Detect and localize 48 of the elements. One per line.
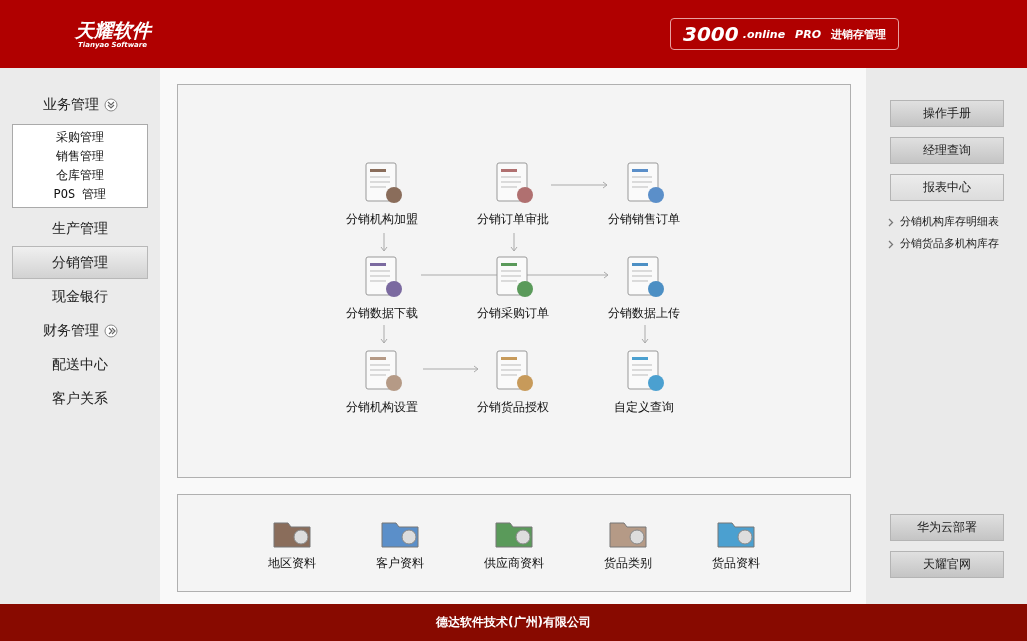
nav-item[interactable]: 配送中心 xyxy=(12,348,148,381)
flow-node-label[interactable]: 自定义查询 xyxy=(613,399,674,416)
basic-data-label[interactable]: 货品资料 xyxy=(712,554,760,572)
flow-node-label[interactable]: 分销数据上传 xyxy=(607,305,680,322)
panel-button[interactable]: 经理查询 xyxy=(890,137,1004,164)
submenu-item[interactable]: 采购管理 xyxy=(56,128,104,147)
nav-item[interactable]: 现金银行 xyxy=(12,280,148,313)
nav-item[interactable]: 分销管理 xyxy=(12,246,148,279)
submenu-item[interactable]: 仓库管理 xyxy=(56,166,104,185)
logo-text: 天耀软件 xyxy=(75,19,151,41)
basic-data-label[interactable]: 供应商资料 xyxy=(484,554,544,572)
product-number: 3000 xyxy=(683,22,739,46)
footer-text: 德达软件技术(广州)有限公司 xyxy=(436,614,591,631)
submenu-item[interactable]: POS 管理 xyxy=(53,185,107,204)
product-title: 进销存管理 xyxy=(831,26,886,42)
flow-node-label[interactable]: 分销货品授权 xyxy=(476,399,549,416)
report-link[interactable]: 分销货品多机构库存 xyxy=(888,233,1004,255)
product-tier-label: PRO xyxy=(795,27,821,41)
flow-arrow xyxy=(422,365,479,373)
flow-node-label[interactable]: 分销数据下载 xyxy=(345,305,418,322)
flow-arrow xyxy=(380,324,388,344)
flow-node-label[interactable]: 分销机构加盟 xyxy=(345,211,418,228)
panel-button[interactable]: 华为云部署 xyxy=(890,514,1004,541)
panel-button[interactable]: 天耀官网 xyxy=(890,551,1004,578)
nav-group-label[interactable]: 财务管理 xyxy=(42,321,99,340)
flow-node-label[interactable]: 分销机构设置 xyxy=(345,399,418,416)
nav-group-label[interactable]: 业务管理 xyxy=(42,95,99,114)
report-link[interactable]: 分销机构库存明细表 xyxy=(888,211,1004,233)
basic-data-label[interactable]: 地区资料 xyxy=(268,554,316,572)
flow-arrow xyxy=(550,181,608,189)
panel-button[interactable]: 操作手册 xyxy=(890,100,1004,127)
basic-data-label[interactable]: 客户资料 xyxy=(376,554,424,572)
flow-arrow xyxy=(510,232,518,252)
submenu-item[interactable]: 销售管理 xyxy=(56,147,104,166)
flow-node-label[interactable]: 分销采购订单 xyxy=(476,305,549,322)
flow-node-label[interactable]: 分销销售订单 xyxy=(607,211,680,228)
basic-data-label[interactable]: 货品类别 xyxy=(604,554,652,572)
panel-button[interactable]: 报表中心 xyxy=(890,174,1004,201)
expand-icon[interactable] xyxy=(103,97,118,112)
product-edition: .online xyxy=(742,27,786,41)
flow-arrow xyxy=(380,232,388,252)
chevron-icon xyxy=(888,239,894,249)
flow-arrow xyxy=(641,324,649,344)
nav-item[interactable]: 生产管理 xyxy=(12,212,148,245)
chevron-icon xyxy=(888,217,894,227)
collapse-icon[interactable] xyxy=(103,323,118,338)
flow-node-label[interactable]: 分销订单审批 xyxy=(476,211,549,228)
nav-item[interactable]: 客户关系 xyxy=(12,382,148,415)
